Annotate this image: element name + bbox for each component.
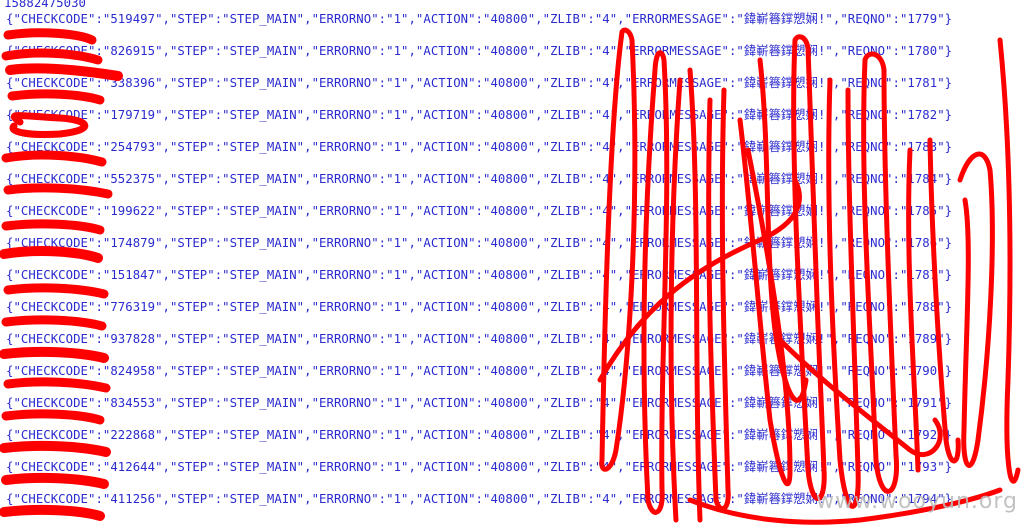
- log-line: {"CHECKCODE":"834553","STEP":"STEP_MAIN"…: [6, 396, 953, 410]
- log-line: {"CHECKCODE":"826915","STEP":"STEP_MAIN"…: [6, 44, 953, 58]
- log-line: {"CHECKCODE":"174879","STEP":"STEP_MAIN"…: [6, 236, 953, 250]
- log-line: {"CHECKCODE":"151847","STEP":"STEP_MAIN"…: [6, 268, 953, 282]
- log-line: {"CHECKCODE":"412644","STEP":"STEP_MAIN"…: [6, 460, 953, 474]
- log-line: {"CHECKCODE":"222868","STEP":"STEP_MAIN"…: [6, 428, 953, 442]
- log-line: {"CHECKCODE":"824958","STEP":"STEP_MAIN"…: [6, 364, 953, 378]
- log-line: {"CHECKCODE":"338396","STEP":"STEP_MAIN"…: [6, 76, 953, 90]
- log-header-line: 15882475030: [4, 0, 86, 10]
- log-line: {"CHECKCODE":"411256","STEP":"STEP_MAIN"…: [6, 492, 953, 506]
- log-line: {"CHECKCODE":"776319","STEP":"STEP_MAIN"…: [6, 300, 953, 314]
- log-line: {"CHECKCODE":"519497","STEP":"STEP_MAIN"…: [6, 12, 953, 26]
- log-line: {"CHECKCODE":"552375","STEP":"STEP_MAIN"…: [6, 172, 953, 186]
- watermark-text: www.wooyun.org: [816, 489, 1018, 514]
- log-line: {"CHECKCODE":"199622","STEP":"STEP_MAIN"…: [6, 204, 953, 218]
- log-text-view: 15882475030 {"CHECKCODE":"519497","STEP"…: [0, 0, 1026, 528]
- log-line: {"CHECKCODE":"254793","STEP":"STEP_MAIN"…: [6, 140, 953, 154]
- log-line: {"CHECKCODE":"937828","STEP":"STEP_MAIN"…: [6, 332, 953, 346]
- log-line: {"CHECKCODE":"179719","STEP":"STEP_MAIN"…: [6, 108, 953, 122]
